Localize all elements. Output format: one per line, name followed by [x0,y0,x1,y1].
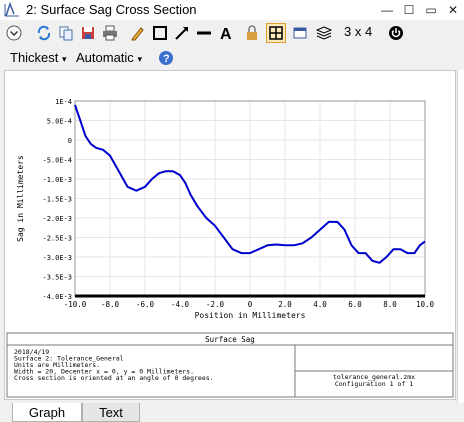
x-tick-label: 4.0 [313,300,327,309]
grid-icon [269,26,283,40]
save-icon [82,27,94,39]
layers-icon [316,26,332,40]
window-layout-button[interactable] [290,23,310,43]
title-bar: 2: Surface Sag Cross Section — ☐ ▭ ✕ [0,0,464,21]
rectangle-icon [153,26,167,40]
svg-text:A: A [220,26,232,41]
minimize-icon[interactable]: — [376,0,398,20]
y-tick-label: -3.5E-3 [42,274,72,282]
text-button[interactable]: A [216,23,236,43]
layers-button[interactable] [314,23,334,43]
save-button[interactable] [78,23,98,43]
scale-label: Automatic [76,50,134,65]
y-axis-label: Sag in Millimeters [16,155,25,242]
rectangle-button[interactable] [150,23,170,43]
info-configuration: Configuration 1 of 1 [335,380,413,388]
svg-text:?: ? [163,53,170,65]
y-tick-label: 0 [68,137,72,145]
y-tick-label: -5.0E-4 [42,157,72,165]
pencil-icon [131,27,144,41]
scale-dropdown[interactable]: Automatic ▾ [76,50,142,65]
arrow-button[interactable] [172,23,192,43]
tab-text[interactable]: Text [82,403,140,422]
info-box-title: Surface Sag [205,335,255,344]
print-button[interactable] [100,23,120,43]
line-icon [197,31,211,35]
x-tick-label: -8.0 [101,300,120,309]
power-button[interactable] [386,23,406,43]
x-tick-label: 8.0 [383,300,397,309]
lock-button[interactable] [242,23,262,43]
power-icon [389,26,403,40]
window-layout-icon [293,27,307,39]
x-axis-label: Position in Millimeters [195,311,306,320]
line-width-label: Thickest [10,50,59,65]
tab-strip: Graph Text [0,403,464,422]
dropdown-arrow-icon: ▾ [137,54,142,64]
lock-icon [247,25,257,40]
maximize-icon[interactable]: ☐ [398,0,420,20]
text-icon: A [220,26,232,41]
y-tick-label: -2.5E-3 [42,235,72,243]
x-tick-label: -2.0 [206,300,225,309]
y-tick-label: 5.0E-4 [47,118,72,126]
pencil-button[interactable] [128,23,148,43]
y-tick-label: 1E-4 [55,98,72,106]
grid-toggle-button[interactable] [266,23,286,43]
y-tick-label: -3.0E-3 [42,254,72,262]
line-width-dropdown[interactable]: Thickest ▾ [10,50,67,65]
x-tick-label: -6.0 [136,300,155,309]
app-icon [4,2,19,17]
chevron-down-icon [6,25,22,41]
sag-chart: -10.0 -8.0 -6.0 -4.0 -2.0 0 2.0 4.0 6.0 8.0 10.0 1E… [6,98,454,398]
x-tick-label: 2.0 [278,300,292,309]
grid-size-dropdown[interactable]: 3 x 4 [344,24,372,39]
toolbar-options: Thickest ▾ Automatic ▾ ? [0,46,464,70]
x-tick-label: 6.0 [348,300,362,309]
y-tick-label: -1.0E-3 [42,176,72,184]
x-tick-label: 0 [248,300,253,309]
tab-graph[interactable]: Graph [12,403,82,422]
y-tick-label: -4.0E-3 [42,293,72,301]
restore-icon[interactable]: ▭ [420,0,442,20]
help-icon: ? [159,51,173,65]
plot-panel: -10.0 -8.0 -6.0 -4.0 -2.0 0 2.0 4.0 6.0 8.0 10.0 1E… [4,70,456,400]
copy-icon [59,26,73,41]
y-tick-label: -1.5E-3 [42,196,72,204]
help-button[interactable]: ? [156,48,176,68]
y-tick-label: -2.0E-3 [42,215,72,223]
window-title: 2: Surface Sag Cross Section [26,2,197,17]
x-tick-label: 10.0 [416,300,435,309]
copy-button[interactable] [56,23,76,43]
x-tick-label: -10.0 [64,300,87,309]
arrow-icon [175,27,188,40]
info-box-line: Cross section is oriented at an angle of… [14,374,214,382]
refresh-button[interactable] [34,23,54,43]
dropdown-arrow-icon: ▾ [62,54,67,64]
refresh-icon [37,25,51,41]
print-icon [103,25,117,41]
x-tick-label: -4.0 [171,300,190,309]
collapse-settings-button[interactable] [4,23,24,43]
line-button[interactable] [194,23,214,43]
vertical-scrollbar[interactable] [457,70,464,403]
close-icon[interactable]: ✕ [442,0,464,20]
toolbar-main: A 3 x 4 [0,20,464,46]
